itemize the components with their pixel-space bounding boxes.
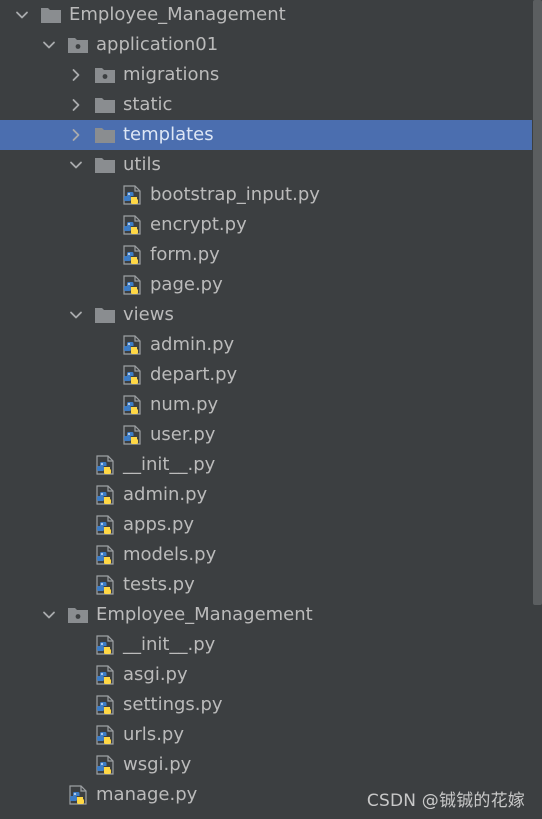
tree-row[interactable]: urls.py: [0, 720, 532, 750]
tree-row[interactable]: depart.py: [0, 360, 532, 390]
tree-item-label: application01: [96, 34, 219, 55]
folder-icon: [40, 4, 62, 26]
tree-row[interactable]: Employee_Management: [0, 0, 532, 30]
folder-icon: [94, 154, 116, 176]
tree-item-label: page.py: [150, 274, 223, 295]
tree-item-label: bootstrap_input.py: [150, 184, 320, 205]
tree-item-label: wsgi.py: [123, 754, 192, 775]
tree-row[interactable]: static: [0, 90, 532, 120]
tree-item-label: user.py: [150, 424, 216, 445]
chevron-down-icon[interactable]: [41, 607, 57, 623]
python-file-icon: [121, 424, 143, 446]
tree-item-label: __init__.py: [123, 634, 216, 655]
tree-row[interactable]: apps.py: [0, 510, 532, 540]
python-file-icon: [94, 754, 116, 776]
tree-row[interactable]: form.py: [0, 240, 532, 270]
tree-item-label: Employee_Management: [69, 4, 286, 25]
tree-item-label: manage.py: [96, 784, 198, 805]
python-file-icon: [121, 394, 143, 416]
tree-item-label: settings.py: [123, 694, 223, 715]
tree-row[interactable]: admin.py: [0, 480, 532, 510]
tree-row[interactable]: bootstrap_input.py: [0, 180, 532, 210]
folder-icon: [94, 124, 116, 146]
tree-row[interactable]: wsgi.py: [0, 750, 532, 780]
python-file-icon: [67, 784, 89, 806]
folder-icon: [94, 304, 116, 326]
tree-row[interactable]: user.py: [0, 420, 532, 450]
tree-row[interactable]: Employee_Management: [0, 600, 532, 630]
package-folder-icon: [94, 64, 116, 86]
tree-item-label: views: [123, 304, 174, 325]
chevron-right-icon[interactable]: [68, 127, 84, 143]
tree-item-label: depart.py: [150, 364, 238, 385]
python-file-icon: [94, 454, 116, 476]
tree-row[interactable]: encrypt.py: [0, 210, 532, 240]
tree-row[interactable]: num.py: [0, 390, 532, 420]
chevron-down-icon[interactable]: [68, 157, 84, 173]
tree-item-label: urls.py: [123, 724, 184, 745]
python-file-icon: [94, 694, 116, 716]
tree-row[interactable]: settings.py: [0, 690, 532, 720]
tree-item-label: migrations: [123, 64, 220, 85]
python-file-icon: [121, 214, 143, 236]
tree-row[interactable]: utils: [0, 150, 532, 180]
package-folder-icon: [67, 604, 89, 626]
python-file-icon: [94, 724, 116, 746]
python-file-icon: [94, 484, 116, 506]
project-tree: Employee_Management application01 migratio…: [0, 0, 542, 819]
chevron-right-icon[interactable]: [68, 97, 84, 113]
tree-item-label: admin.py: [123, 484, 208, 505]
tree-row[interactable]: asgi.py: [0, 660, 532, 690]
tree-item-label: form.py: [150, 244, 220, 265]
python-file-icon: [121, 244, 143, 266]
tree-row[interactable]: views: [0, 300, 532, 330]
python-file-icon: [121, 274, 143, 296]
vertical-scrollbar[interactable]: [533, 0, 542, 605]
tree-row[interactable]: application01: [0, 30, 532, 60]
tree-item-label: apps.py: [123, 514, 195, 535]
python-file-icon: [94, 634, 116, 656]
tree-item-label: models.py: [123, 544, 217, 565]
python-file-icon: [94, 574, 116, 596]
tree-row[interactable]: migrations: [0, 60, 532, 90]
tree-item-label: encrypt.py: [150, 214, 247, 235]
python-file-icon: [121, 184, 143, 206]
tree-item-label: static: [123, 94, 173, 115]
watermark-text: CSDN @铖铖的花嫁: [366, 791, 525, 811]
python-file-icon: [121, 334, 143, 356]
tree-item-label: tests.py: [123, 574, 195, 595]
tree-item-label: templates: [123, 124, 214, 145]
tree-item-label: asgi.py: [123, 664, 188, 685]
package-folder-icon: [67, 34, 89, 56]
chevron-down-icon[interactable]: [68, 307, 84, 323]
tree-row[interactable]: __init__.py: [0, 450, 532, 480]
tree-item-label: num.py: [150, 394, 219, 415]
tree-item-label: utils: [123, 154, 161, 175]
chevron-down-icon[interactable]: [41, 37, 57, 53]
tree-row[interactable]: tests.py: [0, 570, 532, 600]
chevron-right-icon[interactable]: [68, 67, 84, 83]
tree-row[interactable]: models.py: [0, 540, 532, 570]
python-file-icon: [94, 514, 116, 536]
tree-item-label: admin.py: [150, 334, 235, 355]
python-file-icon: [121, 364, 143, 386]
tree-row[interactable]: templates: [0, 120, 532, 150]
chevron-down-icon[interactable]: [14, 7, 30, 23]
tree-row[interactable]: page.py: [0, 270, 532, 300]
tree-item-label: Employee_Management: [96, 604, 313, 625]
tree-row[interactable]: __init__.py: [0, 630, 532, 660]
python-file-icon: [94, 664, 116, 686]
tree-row[interactable]: admin.py: [0, 330, 532, 360]
tree-item-label: __init__.py: [123, 454, 216, 475]
folder-icon: [94, 94, 116, 116]
python-file-icon: [94, 544, 116, 566]
